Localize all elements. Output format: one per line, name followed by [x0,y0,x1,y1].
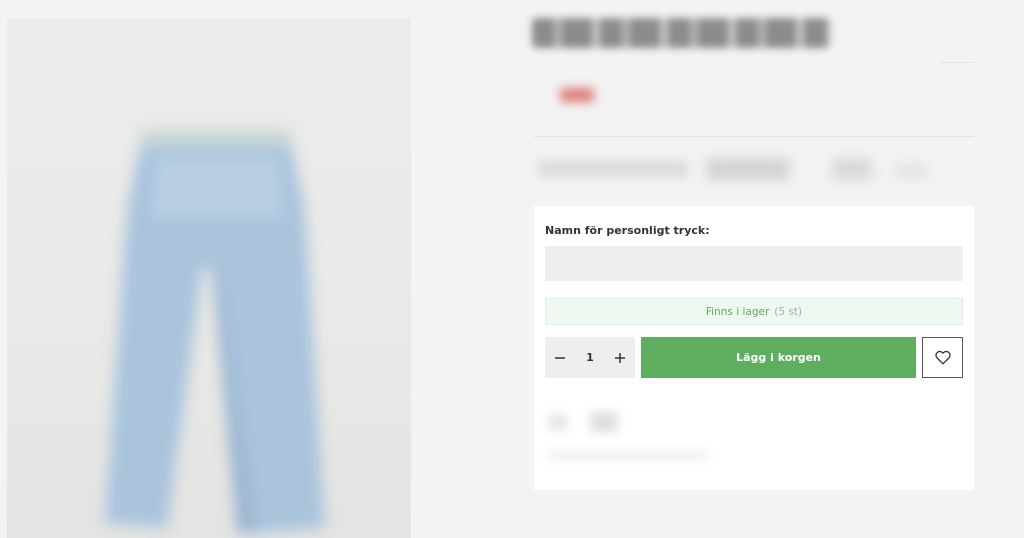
quantity-stepper: 1 [545,337,635,378]
plus-icon[interactable] [605,337,635,378]
product-image [7,18,411,538]
variant-label [538,160,688,178]
divider [534,136,974,137]
minus-icon[interactable] [545,337,575,378]
quantity-value[interactable]: 1 [586,351,594,364]
payment-icon [590,412,618,432]
size-selector[interactable] [706,158,790,180]
personalization-input[interactable] [545,246,963,281]
stock-count: (5 st) [774,305,803,318]
stock-status-text: Finns i lager [705,305,770,318]
personalization-label: Namn för personligt tryck: [545,224,710,237]
divider [940,62,974,63]
delivery-info [548,450,708,460]
wishlist-button[interactable] [922,337,963,378]
purchase-panel: Namn för personligt tryck: Finns i lager… [534,206,974,490]
stock-status: Finns i lager (5 st) [545,298,963,325]
jeans-illustration [105,130,325,533]
price-tag [560,88,594,102]
heart-icon [934,350,951,365]
add-to-cart-button[interactable]: Lägg i korgen [641,337,916,378]
length-selector[interactable] [832,158,872,180]
product-title [532,18,830,48]
payment-icon [548,414,568,430]
variant-info [894,164,928,178]
